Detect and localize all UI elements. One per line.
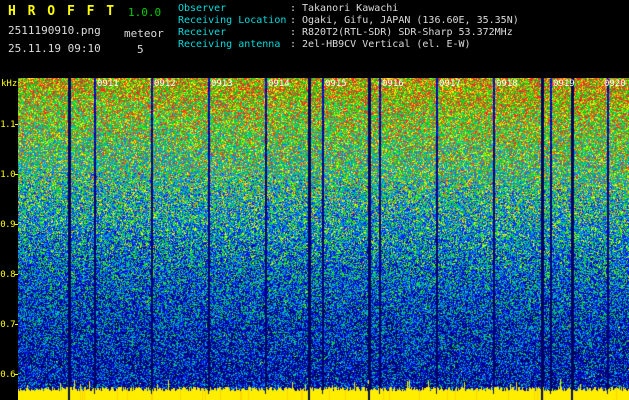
freq-tick-mark — [15, 324, 18, 325]
time-tick-label: 0916 — [382, 79, 404, 89]
spectrogram-area: kHz 1.1 1.0 0.9 0.8 0.7 0.6 0911 0912 0913 0914 0… — [0, 0, 629, 400]
freq-tick-label: 0.6 — [0, 370, 15, 380]
hrofft-output-window: H R O F F T 1.0.0 2511190910.png meteor … — [0, 0, 629, 400]
freq-tick-mark — [15, 174, 18, 175]
time-tick-label: 0911 — [97, 79, 119, 89]
freq-tick-label: 1.0 — [0, 170, 15, 180]
freq-unit-label: kHz — [1, 79, 18, 89]
freq-tick-mark — [15, 224, 18, 225]
time-tick-label: 0920 — [604, 79, 626, 89]
time-tick-label: 0913 — [211, 79, 233, 89]
freq-tick-label: 0.7 — [0, 320, 15, 330]
freq-tick-mark — [15, 124, 18, 125]
time-tick-label: 0917 — [439, 79, 461, 89]
freq-tick-label: 1.1 — [0, 120, 15, 130]
time-tick-label: 0919 — [553, 79, 575, 89]
freq-tick-label: 0.8 — [0, 270, 15, 280]
freq-tick-mark — [15, 374, 18, 375]
time-tick-label: 0918 — [496, 79, 518, 89]
freq-tick-mark — [15, 274, 18, 275]
time-tick-label: 0915 — [325, 79, 347, 89]
time-tick-label: 0912 — [154, 79, 176, 89]
freq-tick-label: 0.9 — [0, 220, 15, 230]
time-tick-label: 0914 — [268, 79, 290, 89]
spectrogram-canvas — [18, 78, 629, 400]
